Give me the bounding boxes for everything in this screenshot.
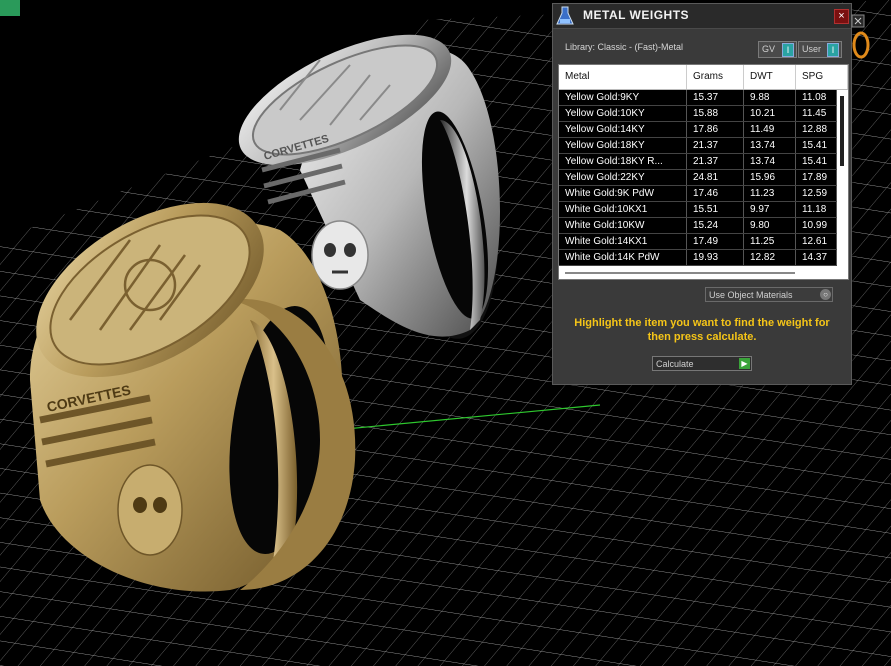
gv-toggle-switch[interactable]: I: [782, 43, 794, 57]
cell-dwt: 9.97: [744, 202, 796, 217]
cell-dwt: 12.82: [744, 250, 796, 265]
cell-dwt: 13.74: [744, 154, 796, 169]
column-header-metal[interactable]: Metal: [559, 65, 687, 89]
horizontal-scroll-thumb[interactable]: [565, 272, 795, 274]
column-header-dwt[interactable]: DWT: [744, 65, 796, 89]
flask-icon: [556, 6, 574, 25]
instructions-text: Highlight the item you want to find the …: [574, 317, 830, 343]
horizontal-scrollbar[interactable]: [559, 266, 848, 279]
cell-dwt: 9.80: [744, 218, 796, 233]
metal-weights-panel: METAL WEIGHTS × Library: Classic - (Fast…: [552, 3, 852, 385]
table-row[interactable]: White Gold:10KX1 15.51 9.97 11.18: [559, 202, 837, 218]
gv-toggle[interactable]: GV I: [758, 41, 797, 58]
use-object-materials-dropdown[interactable]: Use Object Materials ○: [705, 287, 833, 302]
table-row[interactable]: Yellow Gold:14KY 17.86 11.49 12.88: [559, 122, 837, 138]
table-row[interactable]: Yellow Gold:18KY R... 21.37 13.74 15.41: [559, 154, 837, 170]
cell-metal: Yellow Gold:14KY: [559, 122, 687, 137]
table-row[interactable]: Yellow Gold:9KY 15.37 9.88 11.08: [559, 90, 837, 106]
table-row[interactable]: Yellow Gold:22KY 24.81 15.96 17.89: [559, 170, 837, 186]
cell-spg: 12.88: [796, 122, 837, 137]
table-row[interactable]: White Gold:14KX1 17.49 11.25 12.61: [559, 234, 837, 250]
cell-spg: 15.41: [796, 154, 837, 169]
cell-grams: 21.37: [687, 154, 744, 169]
cell-grams: 15.51: [687, 202, 744, 217]
user-toggle-label: User: [802, 44, 822, 54]
cell-spg: 12.59: [796, 186, 837, 201]
table-row[interactable]: White Gold:9K PdW 17.46 11.23 12.59: [559, 186, 837, 202]
cell-metal: White Gold:14K PdW: [559, 250, 687, 265]
viewport-corner-tab[interactable]: [0, 0, 20, 16]
cell-spg: 11.45: [796, 106, 837, 121]
cell-metal: White Gold:10KW: [559, 218, 687, 233]
dropdown-circle-icon[interactable]: ○: [820, 289, 831, 300]
cell-spg: 10.99: [796, 218, 837, 233]
cell-dwt: 11.25: [744, 234, 796, 249]
table-row[interactable]: Yellow Gold:18KY 21.37 13.74 15.41: [559, 138, 837, 154]
vertical-scroll-thumb[interactable]: [840, 96, 844, 166]
cell-metal: Yellow Gold:18KY R...: [559, 154, 687, 169]
cell-grams: 21.37: [687, 138, 744, 153]
cell-dwt: 11.49: [744, 122, 796, 137]
column-header-grams[interactable]: Grams: [687, 65, 744, 89]
cell-spg: 15.41: [796, 138, 837, 153]
cell-metal: White Gold:9K PdW: [559, 186, 687, 201]
cell-dwt: 9.88: [744, 90, 796, 105]
cell-grams: 15.88: [687, 106, 744, 121]
cell-spg: 17.89: [796, 170, 837, 185]
play-arrow-icon[interactable]: ▶: [739, 358, 750, 369]
ring-tool-icon[interactable]: [851, 30, 871, 60]
table-row[interactable]: White Gold:14K PdW 19.93 12.82 14.37: [559, 250, 837, 266]
side-tool-icon[interactable]: [851, 14, 865, 28]
close-button[interactable]: ×: [834, 9, 849, 24]
vertical-scrollbar[interactable]: [837, 90, 848, 266]
column-header-spg[interactable]: SPG: [796, 65, 848, 89]
cell-grams: 19.93: [687, 250, 744, 265]
cell-metal: Yellow Gold:9KY: [559, 90, 687, 105]
table-header: Metal Grams DWT SPG: [559, 65, 848, 90]
panel-title-bar[interactable]: METAL WEIGHTS ×: [553, 4, 851, 29]
cell-grams: 17.46: [687, 186, 744, 201]
user-toggle-switch[interactable]: I: [827, 43, 839, 57]
cell-dwt: 10.21: [744, 106, 796, 121]
cell-metal: Yellow Gold:10KY: [559, 106, 687, 121]
cell-metal: Yellow Gold:18KY: [559, 138, 687, 153]
cell-metal: White Gold:14KX1: [559, 234, 687, 249]
cell-dwt: 11.23: [744, 186, 796, 201]
cell-spg: 11.18: [796, 202, 837, 217]
table-row[interactable]: Yellow Gold:10KY 15.88 10.21 11.45: [559, 106, 837, 122]
cell-dwt: 13.74: [744, 138, 796, 153]
cell-spg: 11.08: [796, 90, 837, 105]
table-row[interactable]: White Gold:10KW 15.24 9.80 10.99: [559, 218, 837, 234]
user-toggle[interactable]: User I: [798, 41, 842, 58]
calculate-button-label: Calculate: [656, 359, 694, 369]
cell-grams: 15.37: [687, 90, 744, 105]
panel-title: METAL WEIGHTS: [583, 8, 690, 22]
cell-metal: White Gold:10KX1: [559, 202, 687, 217]
table-body: Yellow Gold:9KY 15.37 9.88 11.08 Yellow Gold…: [559, 90, 837, 266]
cell-spg: 12.61: [796, 234, 837, 249]
calculate-button[interactable]: Calculate ▶: [652, 356, 752, 371]
cell-grams: 17.86: [687, 122, 744, 137]
cell-dwt: 15.96: [744, 170, 796, 185]
cell-metal: Yellow Gold:22KY: [559, 170, 687, 185]
materials-dropdown-value: Use Object Materials: [709, 290, 793, 300]
cell-spg: 14.37: [796, 250, 837, 265]
cell-grams: 24.81: [687, 170, 744, 185]
cell-grams: 17.49: [687, 234, 744, 249]
cell-grams: 15.24: [687, 218, 744, 233]
library-label: Library: Classic - (Fast)-Metal: [565, 42, 684, 52]
gv-toggle-label: GV: [762, 44, 776, 54]
metal-weights-table[interactable]: Metal Grams DWT SPG Yellow Gold:9KY 15.37…: [558, 64, 849, 280]
